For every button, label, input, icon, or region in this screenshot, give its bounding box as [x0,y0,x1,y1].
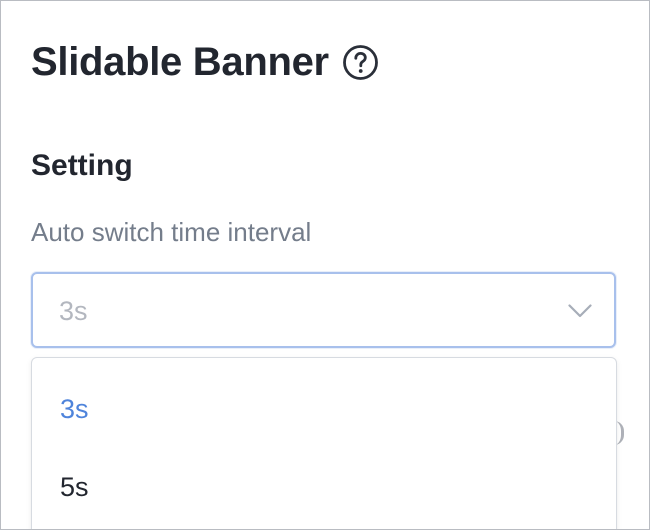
dropdown-option-5s[interactable]: 5s [32,448,616,526]
chevron-down-icon [568,304,592,318]
question-circle-icon[interactable] [342,44,379,81]
title-row: Slidable Banner [31,35,379,89]
interval-dropdown-menu: 3s 5s [31,357,617,529]
auto-switch-interval-select[interactable]: 3s [31,272,616,348]
section-title-setting: Setting [31,149,133,182]
dropdown-option-3s[interactable]: 3s [32,370,616,448]
auto-switch-interval-label: Auto switch time interval [31,217,312,247]
select-current-value: 3s [59,296,88,326]
page-title: Slidable Banner [31,39,329,84]
slidable-banner-panel: Slidable Banner Setting Auto switch time… [0,0,650,530]
